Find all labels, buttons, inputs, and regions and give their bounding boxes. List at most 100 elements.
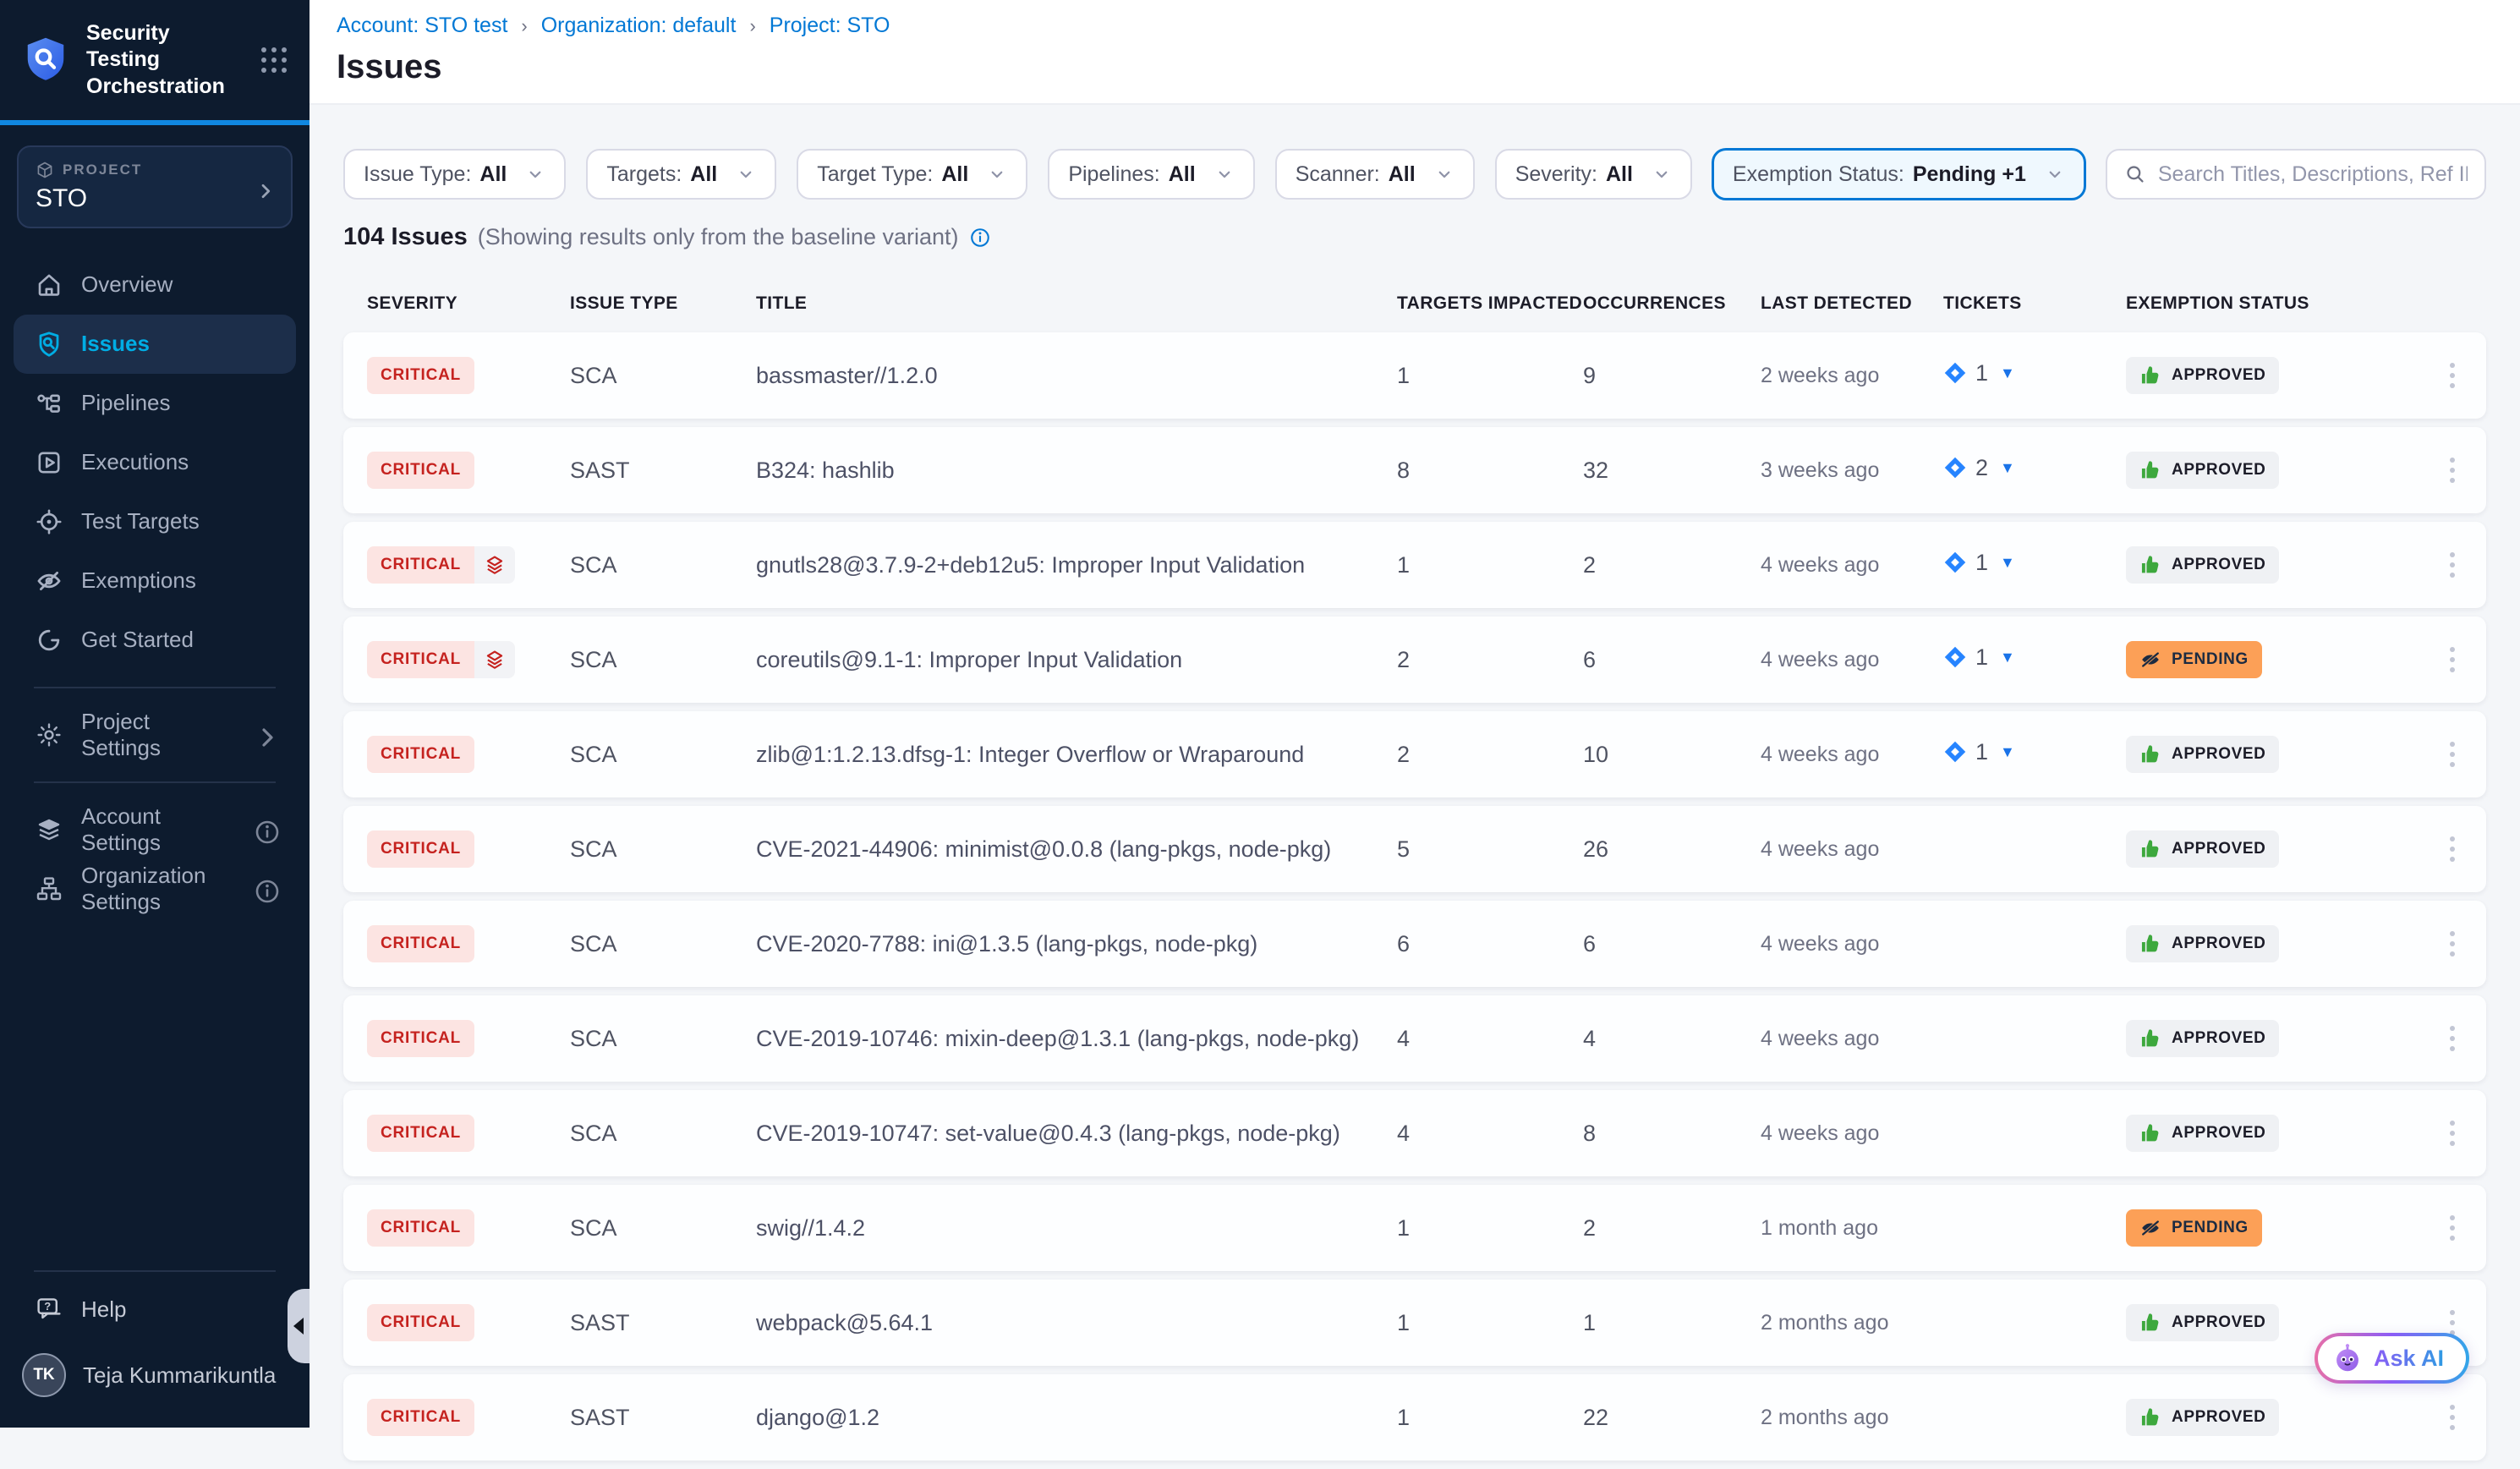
- status-label: APPROVED: [2172, 1029, 2265, 1048]
- info-icon[interactable]: [254, 819, 276, 841]
- ticket-dropdown[interactable]: 1 ▼: [1943, 739, 2015, 765]
- sidebar-item-account-settings[interactable]: Account Settings: [14, 800, 296, 859]
- filter-severity[interactable]: Severity:All: [1495, 149, 1692, 200]
- sidebar-item-label: Pipelines: [81, 390, 171, 416]
- jira-icon: [1943, 645, 1967, 669]
- actions-cell: [2405, 545, 2473, 585]
- row-menu-button[interactable]: [2432, 1018, 2473, 1059]
- project-selector[interactable]: PROJECT STO: [17, 145, 293, 228]
- row-menu-button[interactable]: [2432, 1113, 2473, 1154]
- row-menu-button[interactable]: [2432, 1208, 2473, 1248]
- chevron-down-icon: [736, 164, 756, 184]
- status-icon: [2139, 838, 2161, 860]
- table-row[interactable]: CRITICAL SCA bassmaster//1.2.0 1 9 2 wee…: [343, 332, 2486, 419]
- exemption-status-cell: APPROVED: [2126, 357, 2405, 394]
- issue-title: bassmaster//1.2.0: [756, 363, 1397, 389]
- table-row[interactable]: CRITICAL SCA CVE-2021-44906: minimist@0.…: [343, 806, 2486, 892]
- table-row[interactable]: CRITICAL SAST B324: hashlib 8 32 3 weeks…: [343, 427, 2486, 513]
- row-menu-button[interactable]: [2432, 734, 2473, 775]
- filter-value: All: [690, 162, 717, 187]
- row-menu-button[interactable]: [2432, 450, 2473, 491]
- table-row[interactable]: CRITICAL SCA swig//1.4.2 1 2 1 month ago…: [343, 1185, 2486, 1271]
- table-row[interactable]: CRITICAL SCA coreutils@9.1-1: Improper I…: [343, 617, 2486, 703]
- row-menu-button[interactable]: [2432, 639, 2473, 680]
- ticket-count: 1: [1975, 360, 1988, 386]
- user-menu[interactable]: TK Teja Kummarikuntla: [0, 1340, 310, 1428]
- severity-badge: CRITICAL: [367, 641, 515, 678]
- sidebar-item-organization-settings[interactable]: Organization Settings: [14, 859, 296, 918]
- breadcrumb-account[interactable]: Account: STO test: [337, 14, 507, 38]
- occurrences: 8: [1583, 1121, 1761, 1147]
- issue-type: SCA: [570, 363, 756, 389]
- table-row[interactable]: CRITICAL SCA CVE-2019-10747: set-value@0…: [343, 1090, 2486, 1176]
- chevron-down-icon: [987, 164, 1007, 184]
- filter-label: Exemption Status:: [1733, 162, 1904, 187]
- thumbs-up-icon: [2139, 838, 2161, 860]
- filter-pipelines[interactable]: Pipelines:All: [1048, 149, 1254, 200]
- thumbs-up-icon: [2139, 365, 2161, 386]
- ticket-count: 1: [1975, 550, 1988, 576]
- info-icon[interactable]: [254, 878, 276, 900]
- chevron-right-icon: [255, 177, 276, 197]
- occurrences: 1: [1583, 1310, 1761, 1336]
- row-menu-button[interactable]: [2432, 1397, 2473, 1438]
- filter-issue-type[interactable]: Issue Type:All: [343, 149, 566, 200]
- info-icon[interactable]: [969, 227, 991, 249]
- table-row[interactable]: CRITICAL SCA CVE-2020-7788: ini@1.3.5 (l…: [343, 901, 2486, 987]
- ticket-dropdown[interactable]: 2 ▼: [1943, 455, 2015, 481]
- status-icon: [2139, 1122, 2161, 1144]
- eye-off-icon: [2139, 649, 2161, 671]
- sidebar-item-overview[interactable]: Overview: [14, 255, 296, 315]
- last-detected: 4 weeks ago: [1761, 1027, 1943, 1051]
- occurrences: 26: [1583, 836, 1761, 863]
- sidebar-item-label: Overview: [81, 271, 173, 298]
- breadcrumb-project[interactable]: Project: STO: [770, 14, 890, 38]
- filter-target-type[interactable]: Target Type:All: [797, 149, 1027, 200]
- app-switcher-icon[interactable]: [259, 45, 289, 75]
- table-row[interactable]: CRITICAL SAST webpack@5.64.1 1 1 2 month…: [343, 1280, 2486, 1366]
- sidebar-item-get-started[interactable]: Get Started: [14, 611, 296, 670]
- severity-badge: CRITICAL: [367, 830, 474, 868]
- divider: [34, 1270, 276, 1272]
- sidebar-collapse-handle[interactable]: [288, 1289, 310, 1363]
- row-menu-button[interactable]: [2432, 924, 2473, 964]
- filter-scanner[interactable]: Scanner:All: [1275, 149, 1475, 200]
- status-icon: [2139, 1028, 2161, 1050]
- issue-title: webpack@5.64.1: [756, 1310, 1397, 1336]
- row-menu-button[interactable]: [2432, 355, 2473, 396]
- ticket-dropdown[interactable]: 1 ▼: [1943, 550, 2015, 576]
- severity-cell: CRITICAL: [367, 1020, 570, 1057]
- sidebar-item-label: Test Targets: [81, 508, 200, 534]
- breadcrumb-organization[interactable]: Organization: default: [541, 14, 737, 38]
- ticket-dropdown[interactable]: 1 ▼: [1943, 644, 2015, 671]
- search-input[interactable]: [2158, 162, 2468, 187]
- sidebar-item-exemptions[interactable]: Exemptions: [14, 551, 296, 611]
- table-row[interactable]: CRITICAL SCA CVE-2019-10746: mixin-deep@…: [343, 995, 2486, 1082]
- severity-badge: CRITICAL: [367, 1304, 474, 1341]
- sidebar-item-project-settings[interactable]: Project Settings: [14, 705, 296, 765]
- row-menu-button[interactable]: [2432, 829, 2473, 869]
- sidebar-item-executions[interactable]: Executions: [14, 433, 296, 492]
- severity-label: CRITICAL: [367, 830, 474, 868]
- targets-impacted: 8: [1397, 458, 1583, 484]
- chevron-right-icon: ›: [749, 15, 755, 37]
- filter-targets[interactable]: Targets:All: [586, 149, 776, 200]
- table-row[interactable]: CRITICAL SCA gnutls28@3.7.9-2+deb12u5: I…: [343, 522, 2486, 608]
- sidebar-item-pipelines[interactable]: Pipelines: [14, 374, 296, 433]
- filter-exemption-status[interactable]: Exemption Status:Pending +1: [1712, 149, 2085, 200]
- thumbs-up-icon: [2139, 743, 2161, 765]
- help-button[interactable]: ? Help: [0, 1279, 310, 1340]
- table-row[interactable]: CRITICAL SAST django@1.2 1 22 2 months a…: [343, 1374, 2486, 1461]
- row-menu-button[interactable]: [2432, 545, 2473, 585]
- table-row[interactable]: CRITICAL SCA zlib@1:1.2.13.dfsg-1: Integ…: [343, 711, 2486, 798]
- status-badge: APPROVED: [2126, 736, 2279, 773]
- sidebar-item-test-targets[interactable]: Test Targets: [14, 492, 296, 551]
- status-label: APPROVED: [2172, 1408, 2265, 1427]
- exemption-status-cell: APPROVED: [2126, 1020, 2405, 1057]
- issue-title: CVE-2021-44906: minimist@0.0.8 (lang-pkg…: [756, 836, 1397, 863]
- sidebar-item-issues[interactable]: Issues: [14, 315, 296, 374]
- ticket-dropdown[interactable]: 1 ▼: [1943, 360, 2015, 386]
- ask-ai-button[interactable]: Ask AI: [2315, 1333, 2469, 1384]
- search-box[interactable]: [2106, 149, 2486, 200]
- last-detected: 4 weeks ago: [1761, 837, 1943, 862]
